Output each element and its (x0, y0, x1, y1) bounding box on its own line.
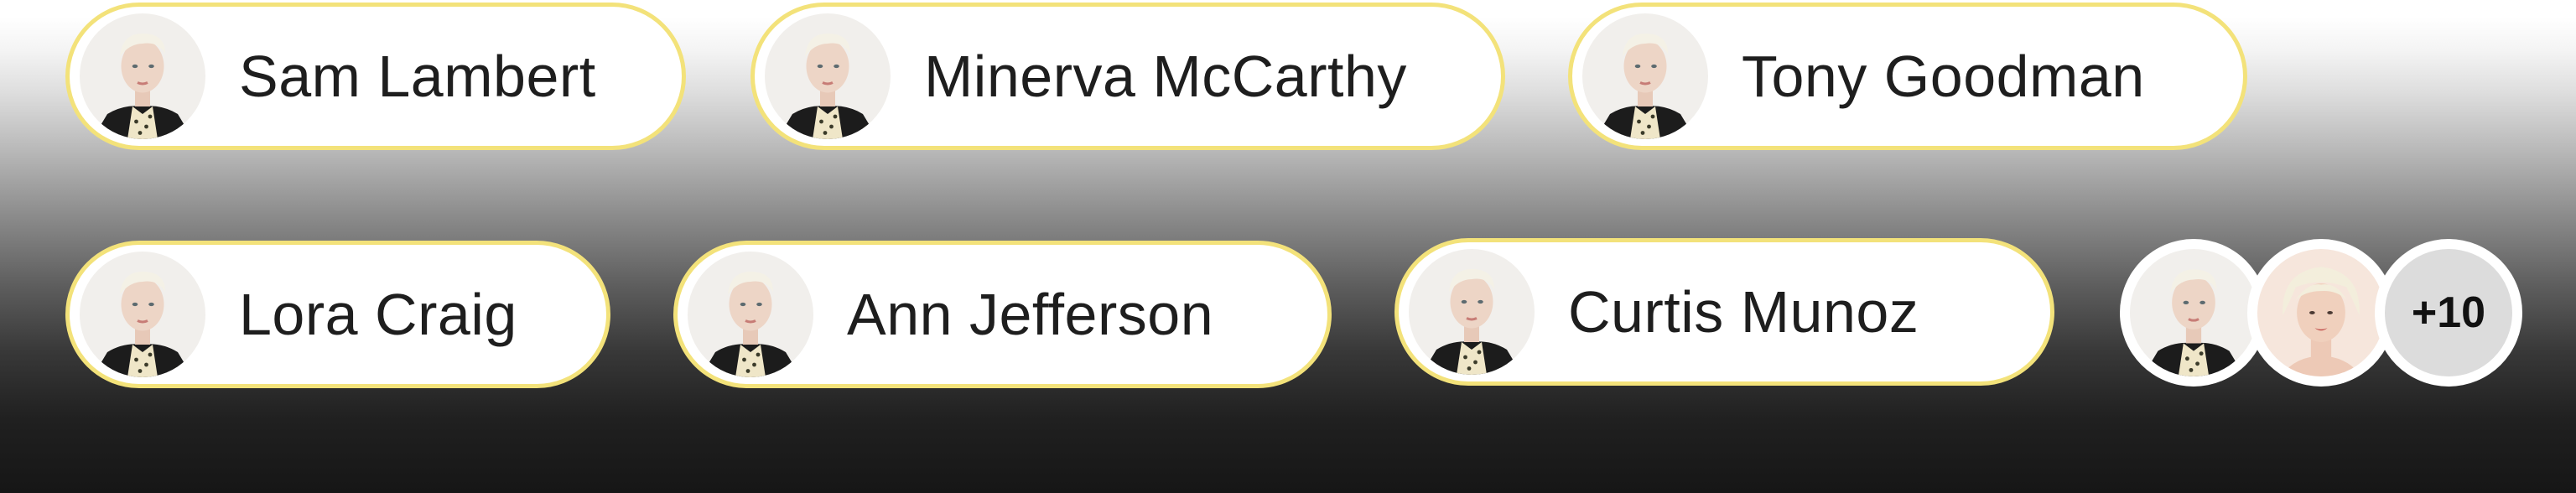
person-name: Ann Jefferson (847, 282, 1214, 347)
person-chip[interactable]: Sam Lambert (65, 3, 686, 150)
avatar-group-item[interactable] (2120, 239, 2267, 387)
avatar (1409, 249, 1535, 375)
person-chip[interactable]: Tony Goodman (1568, 3, 2247, 150)
person-name: Tony Goodman (1742, 44, 2145, 109)
avatar (80, 13, 205, 139)
avatar (1582, 13, 1708, 139)
avatar-group-item[interactable] (2247, 239, 2395, 387)
person-chip[interactable]: Lora Craig (65, 241, 610, 388)
person-chip[interactable]: Minerva McCarthy (750, 3, 1505, 150)
person-name: Minerva McCarthy (924, 44, 1407, 109)
overflow-count: +10 (2385, 249, 2512, 376)
person-name: Curtis Munoz (1568, 279, 1919, 345)
avatar (765, 13, 891, 139)
person-chip[interactable]: Ann Jefferson (673, 241, 1332, 388)
avatar (2257, 249, 2385, 376)
person-name: Lora Craig (239, 282, 517, 347)
avatar (2130, 249, 2257, 376)
person-chip[interactable]: Curtis Munoz (1394, 238, 2054, 386)
avatar (80, 252, 205, 377)
avatar (688, 252, 813, 377)
avatar-group-overflow[interactable]: +10 (2375, 239, 2522, 387)
person-name: Sam Lambert (239, 44, 596, 109)
